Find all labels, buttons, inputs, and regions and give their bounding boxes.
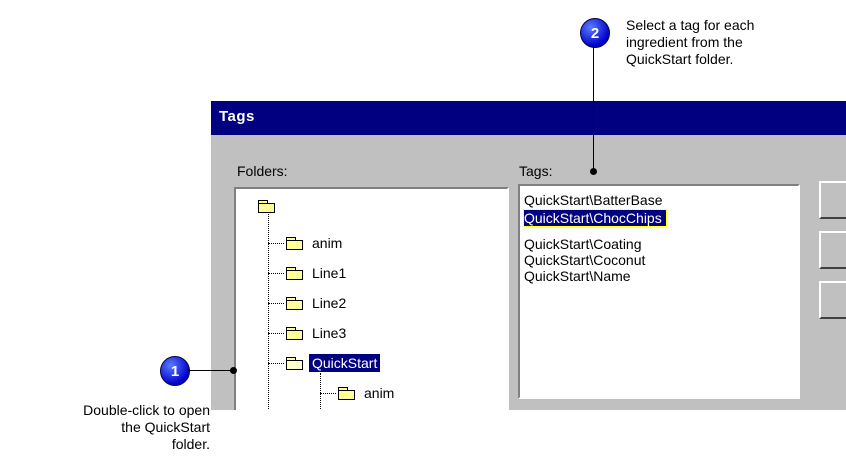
- tags-dialog: Tags Folders: Tags: anim Line1 Line2 Lin: [210, 100, 846, 410]
- tags-list[interactable]: QuickStart\BatterBase QuickStart\ChocChi…: [518, 184, 800, 399]
- folder-icon: [286, 236, 304, 250]
- list-item[interactable]: QuickStart\BatterBase: [524, 192, 663, 208]
- folder-icon: [286, 296, 304, 310]
- list-item-selected[interactable]: QuickStart\ChocChips: [523, 209, 667, 227]
- tree-item-quickstart[interactable]: QuickStart: [286, 352, 381, 374]
- tree-item-label: anim: [312, 235, 343, 251]
- callout-1-text: Double-click to open the QuickStart fold…: [83, 402, 210, 452]
- folders-tree[interactable]: anim Line1 Line2 Line3 QuickStart anim: [234, 187, 509, 410]
- callout-2-dot: [590, 168, 597, 175]
- tree-item-anim[interactable]: anim: [286, 232, 345, 254]
- tree-item-label: Line2: [312, 295, 347, 311]
- dialog-button-2[interactable]: [819, 231, 846, 269]
- dialog-button-3[interactable]: [819, 281, 846, 319]
- callout-1-dot: [230, 367, 237, 374]
- list-item[interactable]: QuickStart\Coating: [524, 236, 642, 252]
- callout-1-badge: 1: [160, 356, 190, 386]
- tree-item-line3[interactable]: Line3: [286, 322, 349, 344]
- folder-icon: [258, 199, 276, 213]
- tree-item-line1[interactable]: Line1: [286, 262, 349, 284]
- folder-icon: [338, 386, 356, 400]
- tree-item-quickstart-anim[interactable]: anim: [338, 382, 397, 404]
- callout-1-line: [188, 370, 234, 371]
- tree-item-label: anim: [364, 385, 395, 401]
- tree-item-label: Line1: [312, 265, 347, 281]
- tree-item-line2[interactable]: Line2: [286, 292, 349, 314]
- dialog-button-1[interactable]: [819, 181, 846, 219]
- list-item[interactable]: QuickStart\Coconut: [524, 252, 645, 268]
- callout-2-badge: 2: [580, 18, 610, 48]
- tree-item-root[interactable]: [258, 195, 276, 217]
- folder-icon: [286, 266, 304, 280]
- folder-open-icon: [286, 356, 304, 370]
- callout-2-line: [593, 45, 594, 171]
- title-bar[interactable]: Tags: [211, 101, 846, 135]
- tree-item-label: QuickStart: [309, 354, 381, 372]
- tree-item-label: Line3: [312, 325, 347, 341]
- folder-icon: [286, 326, 304, 340]
- list-item[interactable]: QuickStart\Name: [524, 268, 631, 284]
- callout-2-text: Select a tag for each ingredient from th…: [626, 17, 755, 67]
- tags-label: Tags:: [519, 163, 553, 179]
- folders-label: Folders:: [237, 163, 288, 179]
- dialog-title: Tags: [219, 108, 255, 125]
